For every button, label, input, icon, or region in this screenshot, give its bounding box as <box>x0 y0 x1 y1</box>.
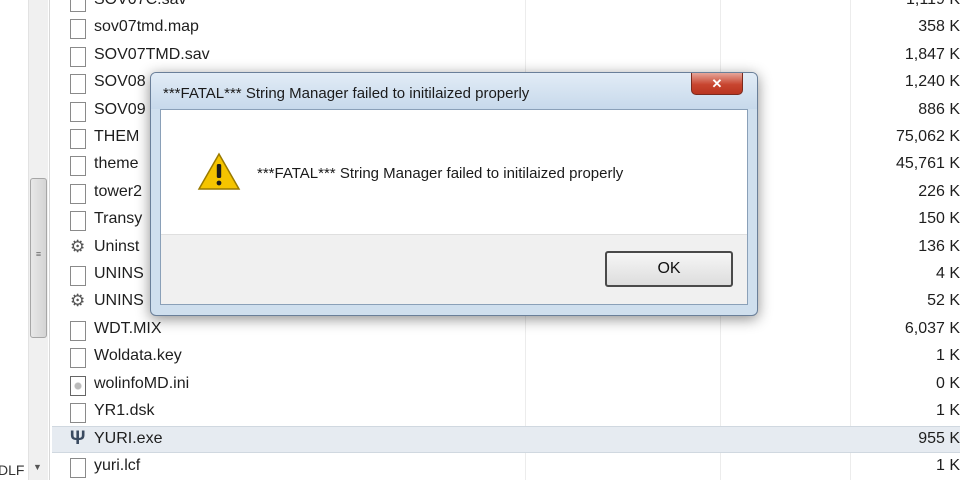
scroll-down-arrow-icon[interactable]: ▼ <box>33 462 42 472</box>
file-row[interactable]: SOV07TMD.sav 1,847 K <box>52 43 960 70</box>
file-size: 45,761 K <box>895 155 960 173</box>
scrollbar-thumb[interactable]: ≡ <box>30 178 47 338</box>
file-size: 1,119 K <box>906 0 960 9</box>
file-icon <box>70 46 86 67</box>
file-row[interactable]: yuri.lcf 1 K <box>52 454 960 480</box>
file-size: 6,037 K <box>904 319 960 337</box>
dialog-title: ***FATAL*** String Manager failed to ini… <box>163 85 530 102</box>
file-name: SOV07C.sav <box>94 0 186 9</box>
message-area: ***FATAL*** String Manager failed to ini… <box>161 110 747 234</box>
file-name: SOV09 <box>94 100 146 118</box>
dialog-body: ***FATAL*** String Manager failed to ini… <box>160 109 748 305</box>
file-size: 226 K <box>918 182 960 200</box>
file-row[interactable]: Woldata.key 1 K <box>52 344 960 371</box>
file-size: 955 K <box>918 430 960 448</box>
ok-button[interactable]: OK <box>605 251 733 287</box>
file-icon <box>70 320 86 341</box>
file-name: yuri.lcf <box>94 456 141 474</box>
installer-icon: ⚙ <box>70 236 86 256</box>
file-name: theme <box>94 155 139 173</box>
file-icon <box>70 348 86 369</box>
file-name: Transy <box>94 210 143 228</box>
file-row[interactable]: Ψ YURI.exe 955 K <box>52 426 960 454</box>
file-name: tower2 <box>94 182 143 200</box>
file-name: YURI.exe <box>94 430 163 448</box>
error-dialog: ***FATAL*** String Manager failed to ini… <box>150 72 758 316</box>
file-size: 52 K <box>927 292 960 310</box>
yuri-app-icon: Ψ <box>70 428 86 450</box>
file-name: UNINS <box>94 292 144 310</box>
file-row[interactable]: wolinfoMD.ini 0 K <box>52 372 960 399</box>
file-size: 1,847 K <box>904 45 960 63</box>
file-size: 1 K <box>935 456 960 474</box>
file-size: 136 K <box>918 237 960 255</box>
file-size: 0 K <box>935 374 960 392</box>
warning-icon <box>197 152 241 190</box>
vertical-scrollbar[interactable]: ≡ ▼ <box>28 0 48 480</box>
file-icon <box>70 0 86 12</box>
file-size: 75,062 K <box>895 128 960 145</box>
file-size: 4 K <box>935 265 960 282</box>
file-name: Woldata.key <box>94 347 182 365</box>
file-size: 150 K <box>918 210 960 228</box>
file-row[interactable]: sov07tmd.map 358 K <box>52 15 960 42</box>
file-icon <box>70 101 86 122</box>
file-icon <box>70 19 86 40</box>
file-name: UNINS <box>94 265 144 282</box>
file-icon <box>70 129 86 149</box>
file-row[interactable]: WDT.MIX 6,037 K <box>52 317 960 344</box>
file-row[interactable]: SOV07C.sav 1,119 K <box>52 0 960 15</box>
file-name: THEM <box>94 128 140 145</box>
file-size: 1 K <box>935 402 960 419</box>
file-name: sov07tmd.map <box>94 18 199 36</box>
settings-file-icon <box>70 375 86 396</box>
close-button[interactable]: ✕ <box>691 73 743 95</box>
file-icon <box>70 183 86 204</box>
installer-icon: ⚙ <box>70 291 86 311</box>
file-size: 358 K <box>918 18 960 36</box>
file-name: SOV07TMD.sav <box>94 45 210 63</box>
file-name: YR1.dsk <box>94 402 155 419</box>
file-icon <box>70 74 86 95</box>
file-size: 886 K <box>918 100 960 118</box>
file-name: SOV08 <box>94 73 146 91</box>
dialog-titlebar[interactable]: ***FATAL*** String Manager failed to ini… <box>151 73 757 109</box>
file-icon <box>70 266 86 286</box>
dialog-button-area: OK <box>161 234 747 304</box>
file-name: Uninst <box>94 237 140 255</box>
file-icon <box>70 211 86 232</box>
scrollbar-grip-icon: ≡ <box>35 249 42 259</box>
file-row[interactable]: YR1.dsk 1 K <box>52 399 960 426</box>
file-name: wolinfoMD.ini <box>94 374 190 392</box>
file-icon <box>70 156 86 177</box>
file-name: WDT.MIX <box>94 319 162 337</box>
file-size: 1,240 K <box>904 73 960 91</box>
file-icon <box>70 403 86 423</box>
file-size: 1 K <box>935 347 960 365</box>
nav-pane-label: DLF <box>0 462 25 478</box>
error-message: ***FATAL*** String Manager failed to ini… <box>257 165 624 182</box>
file-icon <box>70 457 86 478</box>
